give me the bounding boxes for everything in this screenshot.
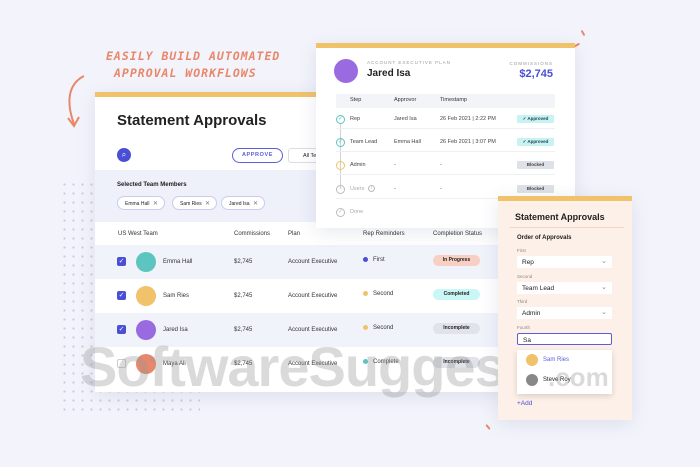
avatar xyxy=(136,286,156,306)
member-chip[interactable]: Emma Hall ✕ xyxy=(117,196,165,210)
reminder-dot-icon xyxy=(363,291,368,296)
step-name: Team Lead xyxy=(350,139,378,145)
rep-name: Sam Ries xyxy=(163,293,190,299)
chevron-down-icon: ⌄ xyxy=(601,309,607,316)
step-name: Users xyxy=(350,186,365,192)
status-badge: In Progress xyxy=(433,255,480,266)
arrow-icon xyxy=(67,75,85,128)
row-checkbox[interactable]: ✓ xyxy=(117,291,126,300)
avatar xyxy=(334,59,358,83)
column-header: Timestamp xyxy=(440,97,467,103)
remove-icon[interactable]: ✕ xyxy=(153,200,158,207)
commissions-value: $2,745 xyxy=(519,68,553,80)
avatar xyxy=(526,354,538,366)
approver-select[interactable]: Rep ⌄ xyxy=(517,256,612,268)
approver: - xyxy=(394,186,396,192)
watermark-suffix: .com xyxy=(548,362,609,392)
row-checkbox[interactable]: ✓ xyxy=(117,257,126,266)
timestamp: 26 Feb 2021 | 3:07 PM xyxy=(440,139,496,145)
step-badge: ✓ Approved xyxy=(517,138,554,146)
step-status-icon: ✓ xyxy=(336,208,345,217)
decor-tick xyxy=(580,29,586,37)
reminder-dot-icon xyxy=(363,325,368,330)
approver: Emma Hall xyxy=(394,139,421,145)
commission: $2,745 xyxy=(234,327,253,333)
step-status-icon: ✓ xyxy=(336,138,345,147)
step-status-icon: ✓ xyxy=(336,115,345,124)
plan: Account Executive xyxy=(288,327,338,333)
field-label: Third xyxy=(517,299,528,304)
timestamp: - xyxy=(440,162,442,168)
column-header[interactable]: Completion Status xyxy=(433,231,482,237)
table-row[interactable]: ✓ Emma Hall $2,745 Account Executive Fir… xyxy=(95,245,505,279)
column-header[interactable]: Rep Reminders xyxy=(363,231,405,237)
annotation: EASILY BUILD AUTOMATED APPROVAL WORKFLOWS xyxy=(106,49,281,80)
step-badge: ✓ Approved xyxy=(517,115,554,123)
watermark: SoftwareSuggest xyxy=(80,335,523,398)
panel-subtitle: Order of Approvals xyxy=(517,235,572,241)
reminder: Second xyxy=(373,291,394,298)
decor-tick xyxy=(485,424,491,430)
remove-icon[interactable]: ✕ xyxy=(253,200,258,207)
column-header: Approvor xyxy=(394,97,417,103)
step-name: Done xyxy=(350,209,364,215)
selected-label: Selected Team Members xyxy=(117,182,187,188)
member-chip[interactable]: Jared Isa ✕ xyxy=(221,196,265,210)
row-checkbox[interactable]: ✓ xyxy=(117,325,126,334)
field-label: Fourth xyxy=(517,324,531,330)
step-badge: Blocked xyxy=(517,185,554,193)
approver-search-input[interactable]: Sa xyxy=(517,332,612,345)
plan: Account Executive xyxy=(288,259,338,265)
rep-name: Emma Hall xyxy=(163,259,193,265)
step-status-icon: − xyxy=(336,185,345,194)
chevron-down-icon: ⌄ xyxy=(601,258,607,265)
avatar xyxy=(136,252,156,272)
commission: $2,745 xyxy=(234,259,253,265)
column-header[interactable]: Plan xyxy=(288,231,300,237)
rep-name: Jared Isa xyxy=(163,327,188,333)
reminder: First xyxy=(373,257,385,264)
commission: $2,745 xyxy=(234,293,253,299)
plan: Account Executive xyxy=(288,293,338,299)
remove-icon[interactable]: ✕ xyxy=(205,200,210,207)
table-row[interactable]: ✓ Sam Ries $2,745 Account Executive Seco… xyxy=(95,279,505,313)
info-icon[interactable]: i xyxy=(368,185,375,192)
chevron-down-icon: ⌄ xyxy=(601,283,607,291)
approver: - xyxy=(394,162,396,168)
column-header: Step xyxy=(350,97,362,103)
approver-select[interactable]: Team Lead ⌄ xyxy=(517,281,612,294)
column-header[interactable]: US West Team xyxy=(118,231,158,237)
reminder: Second xyxy=(373,325,394,332)
page-title: Statement Approvals xyxy=(117,112,267,129)
rep-name: Jared Isa xyxy=(367,68,411,79)
avatar xyxy=(526,374,538,386)
step-name: Rep xyxy=(350,116,361,122)
commissions-label: COMMISSIONS xyxy=(509,61,553,66)
field-label: Second xyxy=(517,273,533,279)
approver-select[interactable]: Admin ⌄ xyxy=(517,307,612,319)
search-button[interactable]: ⌕ xyxy=(117,148,131,162)
column-header[interactable]: Commissions xyxy=(234,231,270,237)
step-status-icon: ! xyxy=(336,161,345,170)
timestamp: 26 Feb 2021 | 2:22 PM xyxy=(440,116,496,122)
approver: Jared Isa xyxy=(394,116,417,122)
timestamp: - xyxy=(440,186,442,192)
approve-button[interactable]: APPROVE xyxy=(232,148,283,163)
status-badge: Completed xyxy=(433,289,480,300)
plan-label: ACCOUNT EXECUTIVE PLAN xyxy=(367,60,451,65)
step-name: Admin xyxy=(350,162,366,168)
reminder-dot-icon xyxy=(363,257,368,262)
add-button[interactable]: +Add xyxy=(517,400,532,407)
panel-title: Statement Approvals xyxy=(515,212,605,222)
status-badge: Incomplete xyxy=(433,323,480,334)
field-label: First xyxy=(517,248,526,253)
step-badge: Blocked xyxy=(517,161,554,169)
member-chip[interactable]: Sam Ries ✕ xyxy=(172,196,217,210)
